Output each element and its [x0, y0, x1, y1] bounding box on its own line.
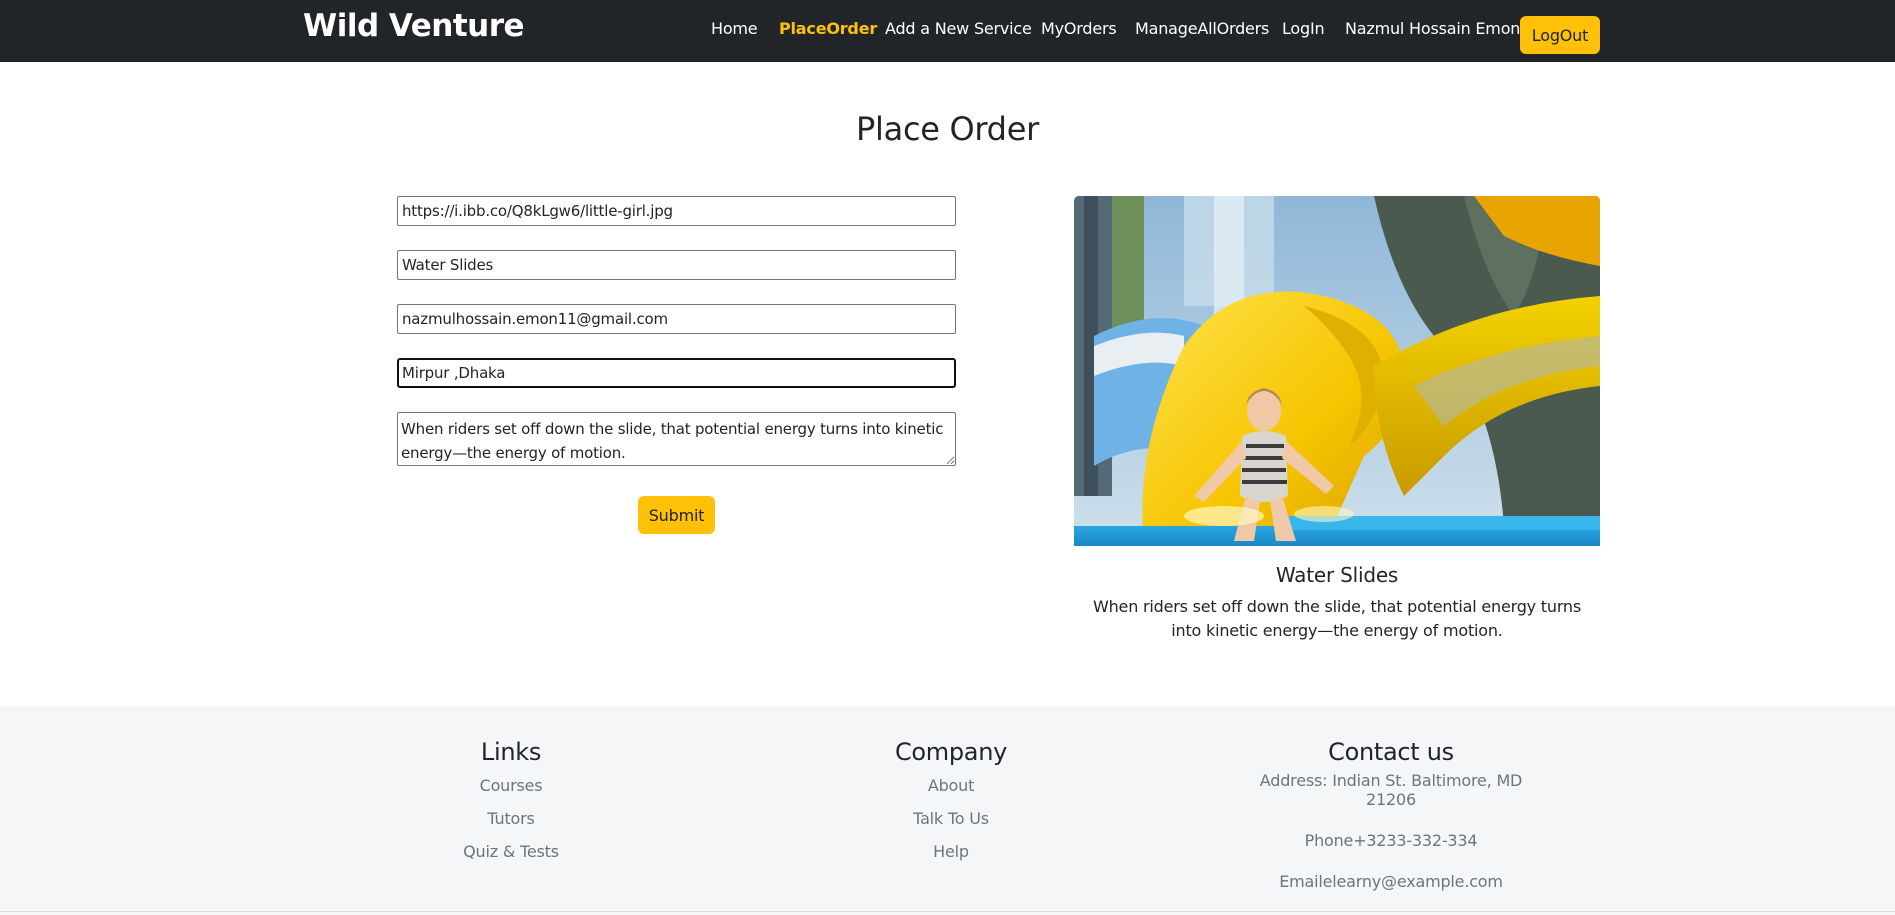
contact-address: Address: Indian St. Baltimore, MD 21206 — [1259, 771, 1523, 809]
footer-company-heading: Company — [894, 738, 1008, 766]
footer-contact-column: Contact us Address: Indian St. Baltimore… — [1241, 738, 1541, 891]
footer-link-courses[interactable]: Courses — [411, 776, 611, 795]
image-url-input[interactable] — [397, 196, 956, 226]
nav-link-login[interactable]: LogIn — [1282, 19, 1325, 38]
nav-link-add-service[interactable]: Add a New Service — [885, 19, 1032, 38]
footer-link-tutors[interactable]: Tutors — [411, 809, 611, 828]
navbar: Wild Venture Home PlaceOrder Add a New S… — [0, 0, 1895, 62]
footer-links-column: Links Courses Tutors Quiz & Tests — [411, 738, 611, 861]
footer-company-column: Company About Talk To Us Help — [851, 738, 1051, 861]
footer-link-help[interactable]: Help — [851, 842, 1051, 861]
service-image — [1074, 196, 1600, 546]
description-textarea[interactable]: When riders set off down the slide, that… — [397, 412, 956, 466]
nav-link-my-orders[interactable]: MyOrders — [1041, 19, 1117, 38]
contact-phone: Phone+3233-332-334 — [1304, 831, 1478, 850]
service-card-title: Water Slides — [1275, 563, 1399, 587]
nav-link-home[interactable]: Home — [711, 19, 758, 38]
nav-links: Home PlaceOrder Add a New Service MyOrde… — [0, 0, 1895, 62]
nav-link-place-order[interactable]: PlaceOrder — [779, 19, 877, 38]
service-name-input[interactable] — [397, 250, 956, 280]
footer-divider — [0, 911, 1895, 912]
footer-link-about[interactable]: About — [851, 776, 1051, 795]
footer: Links Courses Tutors Quiz & Tests Compan… — [0, 706, 1895, 915]
nav-user-name[interactable]: Nazmul Hossain Emon — [1345, 19, 1520, 38]
footer-link-talk-to-us[interactable]: Talk To Us — [851, 809, 1051, 828]
service-card-description: When riders set off down the slide, that… — [1093, 597, 1581, 640]
email-input[interactable] — [397, 304, 956, 334]
contact-email: Emailelearny@example.com — [1279, 872, 1503, 891]
page-title: Place Order — [856, 110, 1039, 148]
submit-button[interactable]: Submit — [638, 496, 715, 534]
logout-button[interactable]: LogOut — [1520, 16, 1600, 54]
footer-link-quiz-tests[interactable]: Quiz & Tests — [411, 842, 611, 861]
address-input[interactable] — [397, 358, 956, 388]
nav-link-manage-all-orders[interactable]: ManageAllOrders — [1135, 19, 1269, 38]
footer-links-heading: Links — [480, 738, 542, 766]
footer-contact-heading: Contact us — [1328, 738, 1454, 766]
water-slide-photo — [1074, 196, 1600, 546]
